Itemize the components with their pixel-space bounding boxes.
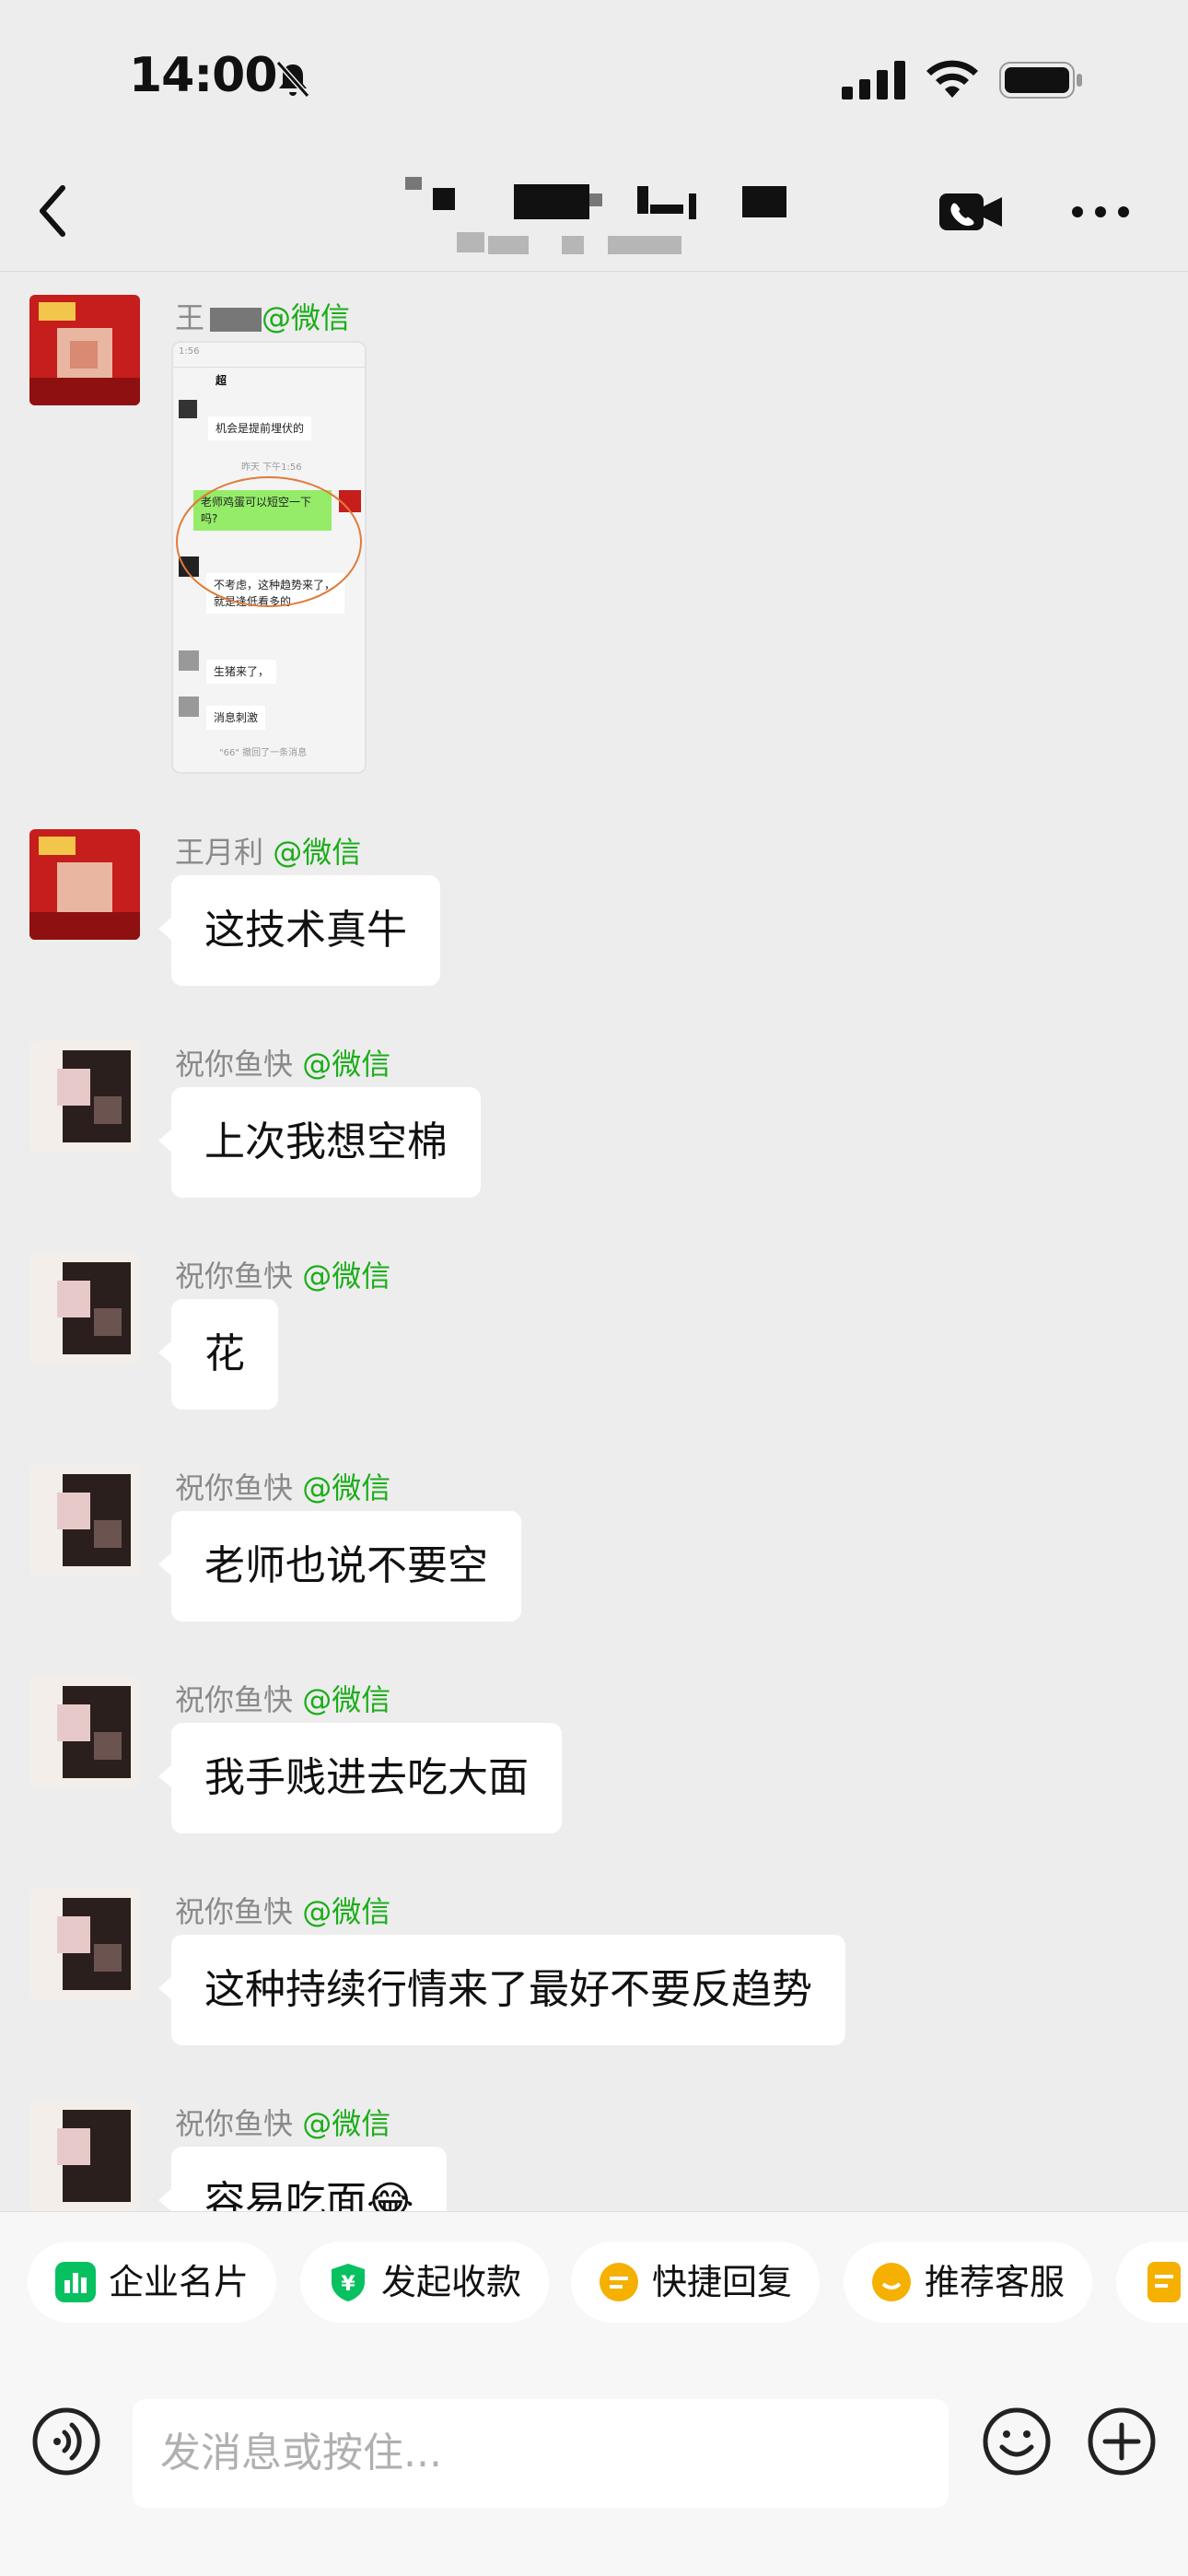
message-bubble[interactable]: 上次我想空棉 [158, 1087, 481, 1198]
message-input[interactable]: 发消息或按住... [133, 2399, 949, 2508]
status-bar: 14:00 [0, 0, 1188, 157]
document-icon [1147, 2262, 1181, 2302]
sender-name: 祝你鱼快 @微信 [175, 1465, 390, 1507]
chip-label: 推荐客服 [925, 2262, 1066, 2302]
sender-label: 祝你鱼快 [175, 2106, 294, 2141]
message-bubble[interactable]: 这技术真牛 [158, 875, 440, 986]
avatar[interactable] [29, 1889, 140, 1999]
platform-tag: @微信 [302, 1259, 391, 1294]
avatar[interactable] [29, 1041, 140, 1152]
signal-icon [842, 61, 905, 100]
quick-reply-icon [600, 2263, 638, 2301]
back-icon[interactable] [35, 179, 72, 243]
payment-shield-icon: ¥ [332, 2264, 365, 2301]
sender-label: 祝你鱼快 [175, 1259, 294, 1294]
screenshot-recall: "66" 撤回了一条消息 [219, 748, 308, 758]
avatar[interactable] [29, 829, 140, 940]
chat-header [0, 157, 1188, 272]
sender-name: 祝你鱼快 @微信 [175, 1253, 390, 1295]
sender-name: 祝你鱼快 @微信 [175, 1677, 390, 1719]
message-bubble[interactable]: 老师也说不要空 [158, 1511, 521, 1622]
platform-tag: @微信 [262, 300, 351, 335]
more-action-chip[interactable] [1116, 2242, 1188, 2323]
emoji-icon[interactable] [982, 2406, 1052, 2476]
video-call-icon[interactable] [938, 190, 1004, 234]
platform-tag: @微信 [273, 835, 362, 870]
customer-service-icon [872, 2263, 911, 2301]
platform-tag: @微信 [302, 2106, 391, 2141]
business-card-icon [55, 2262, 96, 2302]
sender-name: 祝你鱼快 @微信 [175, 1041, 390, 1083]
start-payment-button[interactable]: ¥ 发起收款 [300, 2242, 550, 2323]
chip-label: 企业名片 [109, 2262, 250, 2302]
sender-label: 祝你鱼快 [175, 1682, 294, 1717]
status-time: 14:00 [129, 48, 278, 103]
avatar[interactable] [29, 2101, 140, 2211]
sender-name: 祝你鱼快 @微信 [175, 2101, 390, 2143]
avatar[interactable] [29, 1253, 140, 1364]
chat-title-redacted [396, 168, 792, 260]
image-message[interactable]: 1:56 超 机会是提前埋伏的 昨天 下午1:56 老师鸡蛋可以短空一下吗? 不… [171, 341, 367, 774]
chip-label: 快捷回复 [652, 2262, 793, 2302]
chip-label: 发起收款 [381, 2262, 522, 2302]
sender-name: 王 @微信 [175, 295, 350, 337]
platform-tag: @微信 [302, 1682, 391, 1717]
screenshot-title: 超 [215, 374, 227, 387]
screenshot-time: 昨天 下午1:56 [241, 463, 302, 473]
message-bubble[interactable]: 容易吃面😂 [157, 2147, 448, 2211]
plus-icon[interactable] [1087, 2406, 1157, 2476]
quick-actions-bar: 企业名片 ¥ 发起收款 快捷回复 推荐客服 [0, 2211, 1188, 2359]
input-bar: 发消息或按住... [0, 2359, 1188, 2576]
recommend-service-button[interactable]: 推荐客服 [844, 2242, 1093, 2323]
more-icon[interactable] [1068, 203, 1133, 221]
message-item: 祝你鱼快 @微信 容易吃面😂 [0, 2101, 1188, 2211]
sender-label: 祝你鱼快 [175, 1470, 294, 1505]
screenshot-msg: 生猪来了， [206, 660, 277, 684]
sender-label: 王 [175, 300, 205, 335]
platform-tag: @微信 [302, 1470, 391, 1505]
message-bubble[interactable]: 这种持续行情来了最好不要反趋势 [158, 1935, 845, 2045]
bell-off-icon [275, 61, 310, 98]
sender-label: 祝你鱼快 [175, 1894, 294, 1929]
quick-reply-button[interactable]: 快捷回复 [571, 2242, 821, 2323]
svg-text:¥: ¥ [341, 2273, 355, 2296]
avatar[interactable] [29, 1465, 140, 1575]
battery-icon [999, 62, 1082, 99]
sender-label: 祝你鱼快 [175, 1047, 294, 1082]
platform-tag: @微信 [302, 1894, 391, 1929]
sender-name: 祝你鱼快 @微信 [175, 1889, 390, 1931]
avatar[interactable] [29, 1677, 140, 1787]
sender-name: 王月利 @微信 [175, 829, 361, 872]
platform-tag: @微信 [302, 1047, 391, 1082]
message-bubble[interactable]: 我手贱进去吃大面 [158, 1723, 562, 1833]
screenshot-msg: 消息刺激 [206, 706, 266, 730]
screenshot-msg: 机会是提前埋伏的 [208, 416, 312, 440]
business-card-button[interactable]: 企业名片 [28, 2242, 277, 2323]
avatar[interactable] [29, 295, 140, 405]
sender-label: 王月利 [175, 835, 264, 870]
wifi-icon [926, 60, 978, 98]
voice-icon[interactable] [31, 2406, 101, 2476]
message-bubble[interactable]: 花 [158, 1299, 278, 1410]
